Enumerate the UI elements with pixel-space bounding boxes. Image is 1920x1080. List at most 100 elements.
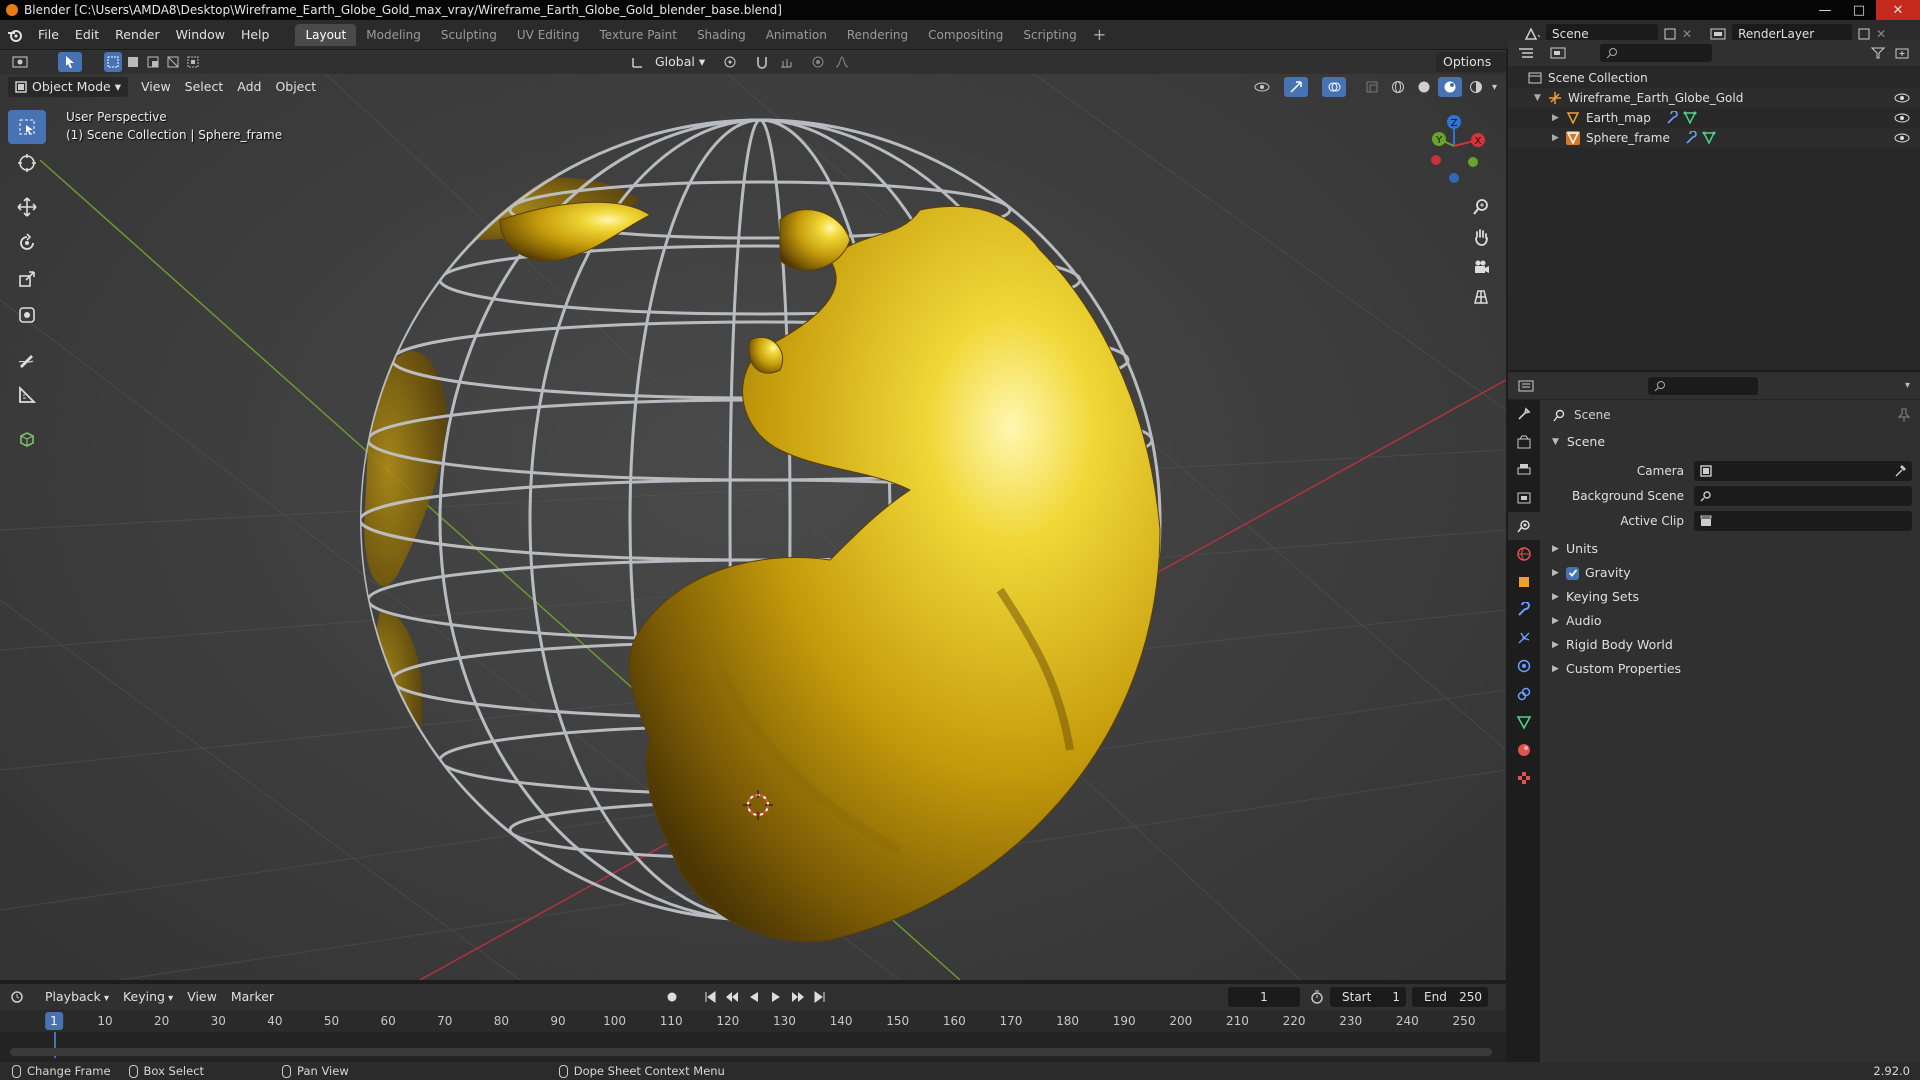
jump-start-icon[interactable] (700, 987, 720, 1007)
workspace-tab-texture-paint[interactable]: Texture Paint (590, 24, 687, 46)
record-icon[interactable] (660, 987, 684, 1007)
viewport-menu-view[interactable]: View (134, 77, 178, 97)
measure-tool[interactable] (8, 378, 46, 412)
pan-hand-icon[interactable] (1466, 222, 1496, 252)
end-frame-input[interactable]: End 250 (1412, 987, 1488, 1007)
outliner-item-scene-collection[interactable]: Scene Collection (1508, 68, 1920, 88)
gravity-checkbox[interactable] (1566, 566, 1579, 580)
play-icon[interactable] (766, 987, 786, 1007)
gravity-subpanel[interactable]: ▶ Gravity (1544, 561, 1920, 585)
render-tab-icon[interactable] (1508, 428, 1540, 456)
workspace-tab-sculpting[interactable]: Sculpting (431, 24, 507, 46)
visibility-eye-icon[interactable] (1894, 133, 1910, 143)
ortho-grid-icon[interactable] (1466, 282, 1496, 312)
editor-type-icon[interactable] (8, 52, 32, 72)
pivot-point-icon[interactable] (718, 52, 742, 72)
viewport-menu-add[interactable]: Add (230, 77, 268, 97)
next-keyframe-icon[interactable] (788, 987, 808, 1007)
transform-orientation-icon[interactable] (630, 55, 644, 69)
new-scene-icon[interactable] (1664, 28, 1676, 40)
properties-options-dropdown[interactable]: ▾ (1905, 380, 1910, 391)
selection-mode-group[interactable] (104, 52, 202, 72)
add-cube-tool[interactable] (8, 422, 46, 456)
outliner-item-sphere-frame[interactable]: ▶ Sphere_frame (1508, 128, 1920, 148)
menu-window[interactable]: Window (168, 24, 233, 46)
physics-tab-icon[interactable] (1508, 652, 1540, 680)
outliner-item-wireframe-collection[interactable]: ▼ Wireframe_Earth_Globe_Gold (1508, 88, 1920, 108)
solid-shading-icon[interactable] (1412, 77, 1436, 97)
world-tab-icon[interactable] (1508, 540, 1540, 568)
maximize-button[interactable]: □ (1842, 0, 1876, 20)
timeline-scrollbar[interactable] (10, 1048, 1492, 1056)
workspace-tab-modeling[interactable]: Modeling (356, 24, 431, 46)
background-scene-input[interactable] (1694, 485, 1912, 506)
timeline-ruler[interactable]: 1 10 20 30 40 50 60 70 80 90 100 110 120 130 140 150 160… (0, 1010, 1506, 1058)
data-tab-icon[interactable] (1508, 708, 1540, 736)
start-frame-input[interactable]: Start 1 (1330, 987, 1406, 1007)
filter-icon[interactable] (1866, 43, 1890, 63)
cursor-tool[interactable] (8, 146, 46, 180)
menu-help[interactable]: Help (233, 24, 278, 46)
add-workspace-button[interactable]: + (1093, 25, 1106, 44)
camera-input[interactable] (1694, 460, 1912, 481)
properties-search-input[interactable] (1648, 376, 1758, 395)
object-visibility-icon[interactable] (1250, 77, 1274, 97)
display-mode-icon[interactable] (1546, 43, 1570, 63)
menu-file[interactable]: File (30, 24, 67, 46)
new-collection-icon[interactable] (1890, 43, 1914, 63)
current-frame-input[interactable]: 1 (1228, 987, 1300, 1007)
outliner-search-input[interactable] (1600, 44, 1712, 62)
workspace-tab-scripting[interactable]: Scripting (1013, 24, 1086, 46)
minimize-button[interactable]: — (1808, 0, 1842, 20)
viewport-menu-object[interactable]: Object (268, 77, 323, 97)
workspace-tab-animation[interactable]: Animation (756, 24, 837, 46)
menu-edit[interactable]: Edit (67, 24, 107, 46)
texture-tab-icon[interactable] (1508, 764, 1540, 792)
expand-right-icon[interactable]: ▶ (1552, 108, 1566, 128)
pin-icon[interactable] (1898, 408, 1910, 422)
annotate-tool[interactable] (8, 342, 46, 376)
select-tool-icon[interactable] (58, 52, 82, 72)
tool-tab-icon[interactable] (1508, 400, 1540, 428)
active-clip-input[interactable] (1694, 510, 1912, 531)
workspace-tab-uv-editing[interactable]: UV Editing (507, 24, 590, 46)
play-reverse-icon[interactable] (744, 987, 764, 1007)
view-layer-icon[interactable] (1710, 28, 1726, 40)
intersect-selection-icon[interactable] (184, 52, 202, 72)
select-box-tool[interactable] (8, 110, 46, 144)
constraints-tab-icon[interactable] (1508, 680, 1540, 708)
transform-tool[interactable] (8, 298, 46, 332)
rigid-body-world-subpanel[interactable]: ▶ Rigid Body World (1544, 633, 1920, 657)
invert-selection-icon[interactable] (164, 52, 182, 72)
expand-right-icon[interactable]: ▶ (1552, 128, 1566, 148)
show-overlays-icon[interactable] (1322, 77, 1346, 97)
jump-end-icon[interactable] (810, 987, 830, 1007)
transform-orientation-dropdown[interactable]: Global ▾ (648, 52, 712, 72)
blender-menu-icon[interactable] (0, 27, 30, 43)
object-tab-icon[interactable] (1508, 568, 1540, 596)
timeline-menu-view[interactable]: View (180, 987, 224, 1007)
material-preview-shading-icon[interactable] (1438, 77, 1462, 97)
camera-view-icon[interactable] (1466, 252, 1496, 282)
shading-options-dropdown[interactable]: ▾ (1492, 82, 1497, 93)
outliner-item-earth-map[interactable]: ▶ Earth_map (1508, 108, 1920, 128)
proportional-edit-icon[interactable] (806, 52, 830, 72)
timeline-menu-keying[interactable]: Keying ▾ (116, 987, 180, 1007)
3d-viewport[interactable] (0, 50, 1506, 980)
timeline-editor-type-icon[interactable] (6, 987, 30, 1007)
timeline-menu-playback[interactable]: Playback ▾ (38, 987, 116, 1007)
subtract-selection-icon[interactable] (144, 52, 162, 72)
snap-target-icon[interactable] (774, 52, 798, 72)
keying-sets-subpanel[interactable]: ▶ Keying Sets (1544, 585, 1920, 609)
close-window-button[interactable]: ✕ (1876, 0, 1920, 20)
eyedropper-icon[interactable] (1894, 464, 1906, 477)
scene-tab-icon[interactable] (1508, 512, 1540, 540)
workspace-tab-rendering[interactable]: Rendering (837, 24, 918, 46)
object-mode-dropdown[interactable]: Object Mode ▾ (8, 77, 128, 97)
workspace-tab-layout[interactable]: Layout (295, 23, 357, 46)
output-tab-icon[interactable] (1508, 456, 1540, 484)
scene-icon[interactable] (1524, 27, 1542, 41)
menu-render[interactable]: Render (107, 24, 168, 46)
modifier-tab-icon[interactable] (1508, 596, 1540, 624)
material-tab-icon[interactable] (1508, 736, 1540, 764)
